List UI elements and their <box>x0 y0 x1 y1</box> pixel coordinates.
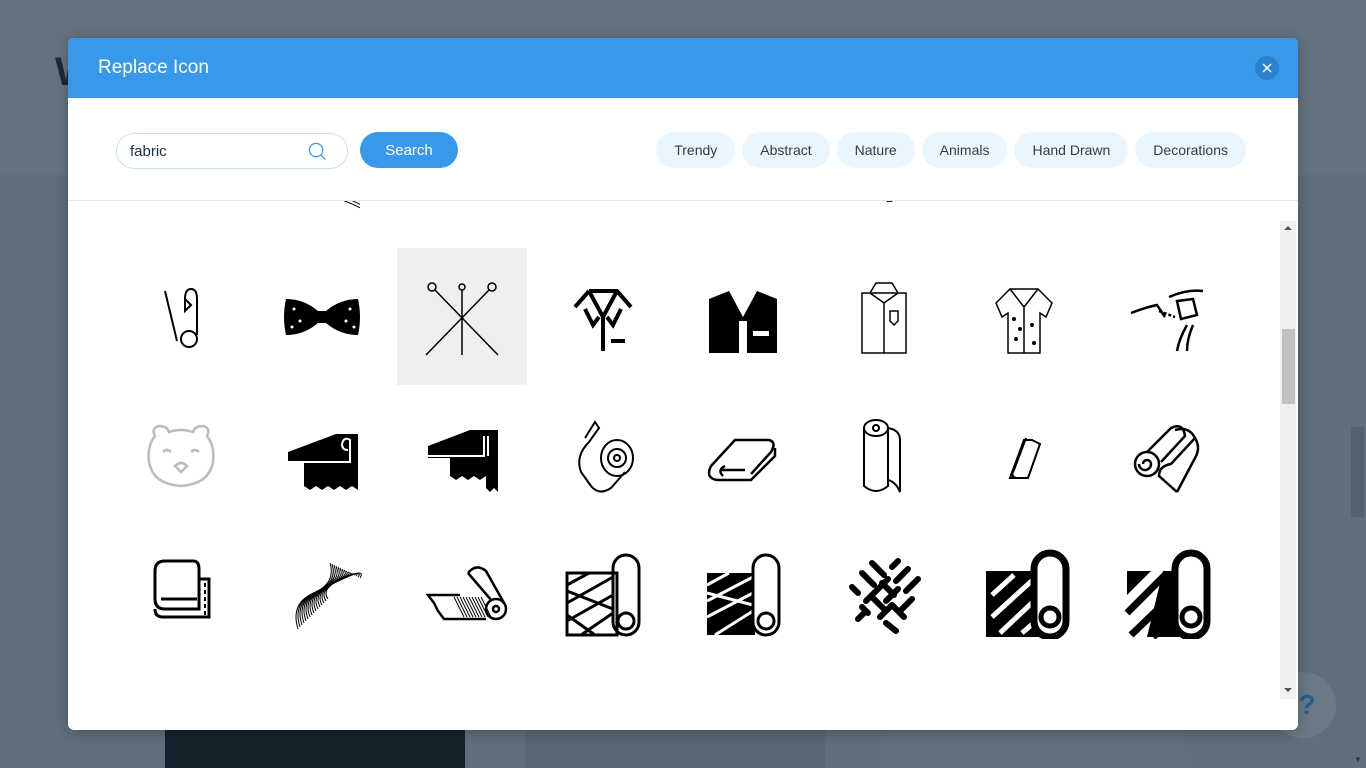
tag-hand-drawn[interactable]: Hand Drawn <box>1014 132 1129 168</box>
bold-striped-roll-icon <box>986 549 1070 639</box>
crossed-pins-icon <box>425 281 499 356</box>
flowing-fabric-lines-icon <box>295 562 362 629</box>
icon-option-folded-shirt[interactable] <box>819 248 949 385</box>
leopard-print-pattern-icon <box>133 201 229 218</box>
scroll-up-icon[interactable] <box>1284 226 1292 230</box>
icon-option-heart-outline[interactable] <box>678 201 808 238</box>
tag-trendy[interactable]: Trendy <box>656 132 736 168</box>
curved-drop-emblem-icon <box>885 201 892 202</box>
modal-header: Replace Icon <box>68 38 1298 98</box>
striped-fabric-roll-dark-icon <box>706 553 781 636</box>
icon-option-curved-drop-emblem[interactable] <box>819 201 949 238</box>
results-scrollbar[interactable] <box>1280 221 1296 699</box>
diagonal-stripes-pattern-icon <box>414 201 510 218</box>
modal-title: Replace Icon <box>98 57 209 78</box>
icon-option-shirt-collar[interactable] <box>538 248 668 385</box>
icon-option-fabric-book[interactable] <box>116 522 246 659</box>
icon-row <box>68 201 1268 238</box>
icon-option-polka-dot-bow-tie[interactable] <box>257 248 387 385</box>
icon-row <box>68 385 1268 522</box>
icon-results <box>68 201 1298 730</box>
icon-row <box>68 522 1268 659</box>
fabric-swatch-icon <box>287 433 358 490</box>
hawaiian-shirt-icon <box>995 287 1053 354</box>
small-folded-fabric-icon <box>1008 437 1042 479</box>
tag-nature[interactable]: Nature <box>836 132 915 168</box>
double-fabric-roll-icon <box>1133 424 1199 493</box>
tag-decorations[interactable]: Decorations <box>1135 132 1246 168</box>
striped-fabric-roll-icon <box>565 553 640 636</box>
search-box <box>116 133 348 169</box>
bear-face-icon <box>147 424 215 487</box>
background-block <box>525 730 825 768</box>
scroll-thumb[interactable] <box>1282 329 1295 404</box>
icon-option-flowing-fabric-lines[interactable] <box>257 522 387 659</box>
icon-option-hawaiian-shirt[interactable] <box>959 248 1089 385</box>
search-icon[interactable] <box>308 142 327 161</box>
icon-option-geometric-heart[interactable] <box>959 201 1089 238</box>
icon-option-crossed-pins[interactable] <box>397 248 527 385</box>
fabric-swatches-double-icon <box>428 429 498 492</box>
fabric-roll-torn-icon <box>425 565 508 620</box>
kids-clothes-icon <box>1117 201 1213 218</box>
folded-towel-icon <box>707 438 777 481</box>
sewing-hands-icon <box>1130 288 1203 351</box>
search-toolbar: Search Trendy Abstract Nature Animals Ha… <box>68 98 1298 201</box>
upright-fabric-roll-icon <box>862 418 901 492</box>
geometric-heart-icon <box>976 201 1072 218</box>
icon-option-upright-fabric-roll[interactable] <box>819 385 949 522</box>
safety-pin-icon <box>164 287 198 348</box>
tag-animals[interactable]: Animals <box>921 132 1008 168</box>
icon-option-double-fabric-roll[interactable] <box>1100 385 1230 522</box>
tag-abstract[interactable]: Abstract <box>742 132 830 168</box>
icon-option-wavy-lines-pattern[interactable] <box>257 201 387 238</box>
icon-option-diagonal-stripes-pattern[interactable] <box>397 201 527 238</box>
icon-option-fabric-roll-torn[interactable] <box>397 522 527 659</box>
woven-pattern-icon <box>848 557 921 634</box>
confetti-pattern-icon <box>555 201 651 218</box>
icon-option-kids-clothes[interactable] <box>1100 201 1230 238</box>
icon-option-sewing-hands[interactable] <box>1100 248 1230 385</box>
icon-option-bold-striped-roll-open[interactable] <box>1100 522 1230 659</box>
icon-option-folded-towel[interactable] <box>678 385 808 522</box>
folded-shirt-icon <box>860 281 907 354</box>
page-scrollbar-thumb[interactable] <box>1351 427 1364 517</box>
unrolling-fabric-roll-icon <box>577 419 634 492</box>
suit-jacket-icon <box>709 285 777 353</box>
icon-row <box>68 248 1268 385</box>
background-dark-block <box>165 730 465 768</box>
icon-option-confetti-pattern[interactable] <box>538 201 668 238</box>
replace-icon-modal: Replace Icon Search Trendy Abstract Natu… <box>68 38 1298 730</box>
icon-option-bear-face[interactable] <box>116 385 246 522</box>
page-scroll-down-icon[interactable]: ▼ <box>1354 755 1362 764</box>
icon-option-small-folded-fabric[interactable] <box>959 385 1089 522</box>
icon-option-safety-pin[interactable] <box>116 248 246 385</box>
icon-option-striped-fabric-roll[interactable] <box>538 522 668 659</box>
scroll-down-icon[interactable] <box>1284 688 1292 692</box>
background-block <box>885 730 1185 768</box>
icon-option-unrolling-fabric-roll[interactable] <box>538 385 668 522</box>
fabric-book-icon <box>153 559 211 618</box>
icon-option-bold-striped-roll[interactable] <box>959 522 1089 659</box>
icon-option-fabric-swatches-double[interactable] <box>397 385 527 522</box>
category-tags: Trendy Abstract Nature Animals Hand Draw… <box>656 132 1246 168</box>
icon-option-striped-fabric-roll-dark[interactable] <box>678 522 808 659</box>
search-button[interactable]: Search <box>360 132 458 168</box>
heart-outline-icon <box>695 201 791 218</box>
icon-option-fabric-swatch[interactable] <box>257 385 387 522</box>
icon-option-woven-pattern[interactable] <box>819 522 949 659</box>
bold-striped-roll-open-icon <box>1124 549 1210 639</box>
close-button[interactable] <box>1255 56 1279 80</box>
icon-option-suit-jacket[interactable] <box>678 248 808 385</box>
shirt-collar-icon <box>572 288 633 351</box>
search-input[interactable] <box>130 142 300 160</box>
wavy-lines-pattern-icon <box>344 201 360 208</box>
close-icon <box>1262 63 1272 73</box>
polka-dot-bow-tie-icon <box>283 298 360 335</box>
icon-option-leopard-print-pattern[interactable] <box>116 201 246 238</box>
